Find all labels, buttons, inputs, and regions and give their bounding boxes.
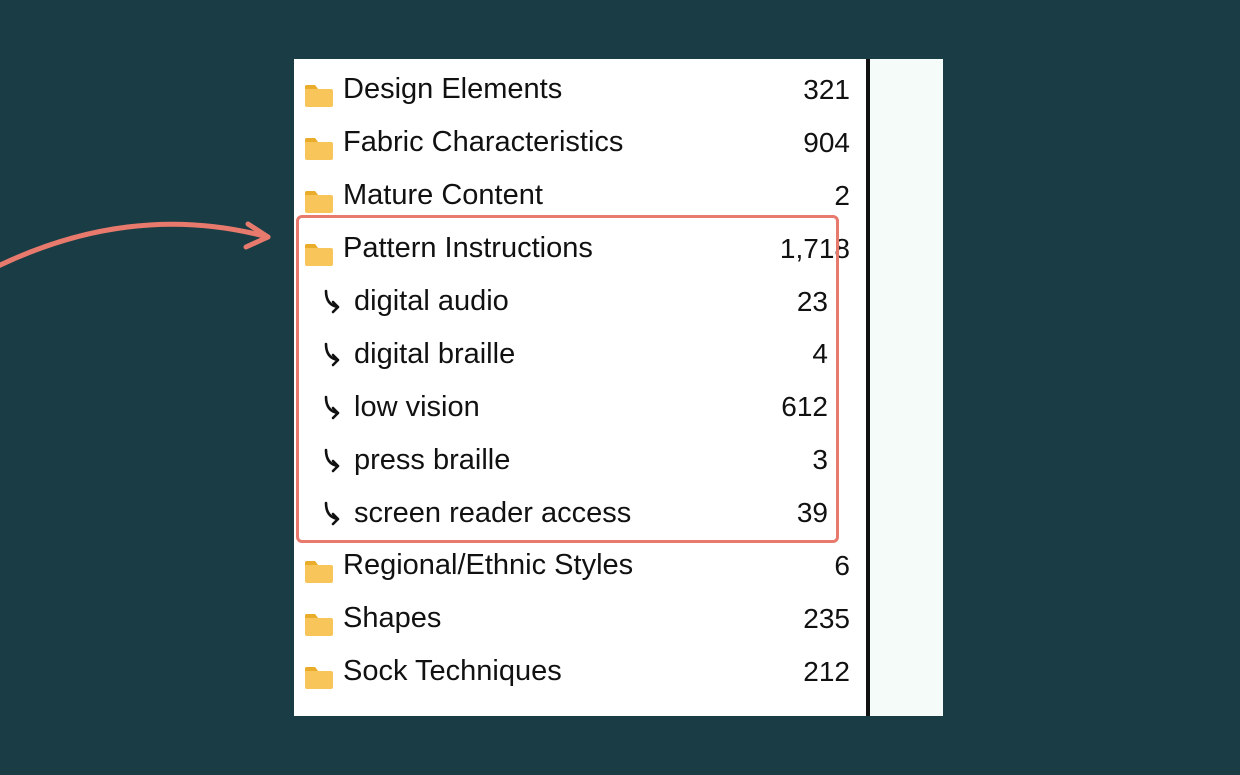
child-arrow-icon <box>320 498 350 528</box>
subcategory-row[interactable]: press braille 3 <box>294 434 866 487</box>
right-gutter <box>870 59 943 716</box>
category-label: Sock Techniques <box>343 649 562 694</box>
category-row[interactable]: Design Elements 321 <box>294 63 866 116</box>
category-row-expanded[interactable]: Pattern Instructions 1,718 <box>294 222 866 275</box>
category-row[interactable]: Fabric Characteristics 904 <box>294 116 866 169</box>
category-count: 904 <box>803 121 852 164</box>
subcategory-row[interactable]: digital audio 23 <box>294 275 866 328</box>
category-row[interactable]: Sock Techniques 212 <box>294 645 866 698</box>
subcategory-count: 39 <box>797 491 852 534</box>
folder-icon <box>304 236 334 261</box>
child-arrow-icon <box>320 392 350 422</box>
category-row[interactable]: Mature Content 2 <box>294 169 866 222</box>
subcategory-row[interactable]: low vision 612 <box>294 381 866 434</box>
category-count: 321 <box>803 68 852 111</box>
folder-icon <box>304 606 334 631</box>
folder-icon <box>304 659 334 684</box>
subcategory-count: 23 <box>797 280 852 323</box>
folder-icon <box>304 183 334 208</box>
child-arrow-icon <box>320 445 350 475</box>
folder-icon <box>304 130 334 155</box>
category-label: Shapes <box>343 596 441 641</box>
subcategory-label: digital braille <box>354 332 515 377</box>
category-label: Mature Content <box>343 173 543 218</box>
category-row[interactable]: Shapes 235 <box>294 592 866 645</box>
subcategory-label: low vision <box>354 385 480 430</box>
subcategory-count: 3 <box>812 438 852 481</box>
subcategory-count: 612 <box>781 385 852 428</box>
child-arrow-icon <box>320 339 350 369</box>
category-list: Design Elements 321 Fabric Characteristi… <box>294 59 870 716</box>
category-count: 212 <box>803 650 852 693</box>
category-count: 1,718 <box>780 227 852 270</box>
subcategory-label: screen reader access <box>354 491 631 536</box>
subcategory-count: 4 <box>812 332 852 375</box>
category-count: 6 <box>834 544 852 587</box>
folder-icon <box>304 77 334 102</box>
subcategory-row[interactable]: screen reader access 39 <box>294 487 866 540</box>
category-label: Fabric Characteristics <box>343 120 623 165</box>
category-panel: Design Elements 321 Fabric Characteristi… <box>294 59 943 716</box>
subcategory-label: press braille <box>354 438 510 483</box>
category-label: Pattern Instructions <box>343 226 593 271</box>
category-count: 2 <box>834 174 852 217</box>
subcategory-label: digital audio <box>354 279 509 324</box>
category-label: Regional/Ethnic Styles <box>343 543 633 588</box>
child-arrow-icon <box>320 286 350 316</box>
category-label: Design Elements <box>343 67 562 112</box>
folder-icon <box>304 553 334 578</box>
category-row[interactable]: Regional/Ethnic Styles 6 <box>294 539 866 592</box>
annotation-arrow-icon <box>0 195 290 290</box>
subcategory-row[interactable]: digital braille 4 <box>294 328 866 381</box>
category-count: 235 <box>803 597 852 640</box>
